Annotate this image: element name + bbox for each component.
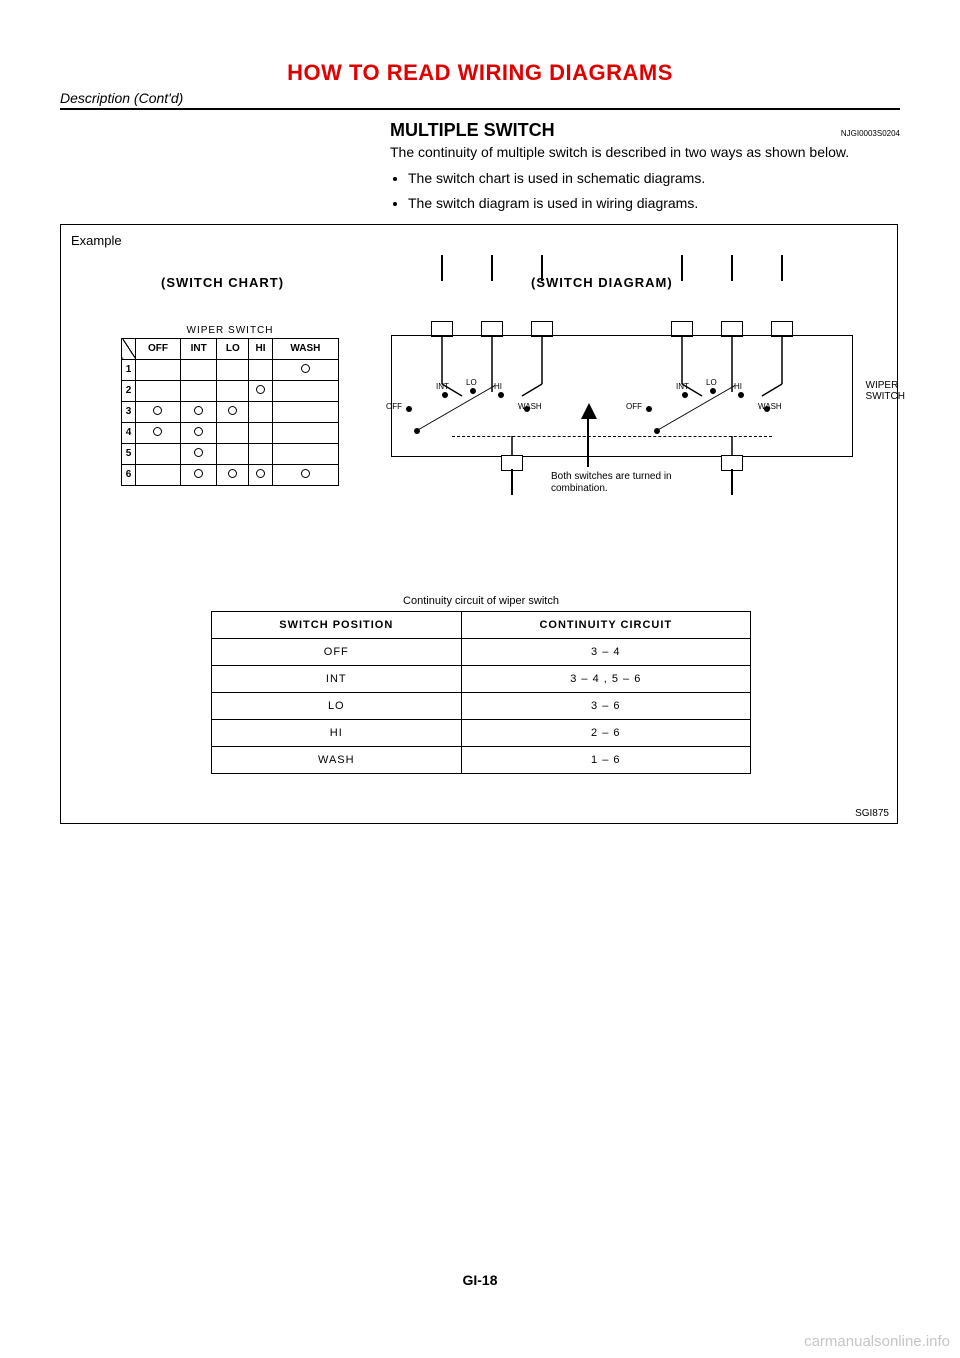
row-2: 2	[122, 380, 136, 401]
rotary-label-int: INT	[436, 382, 449, 391]
heading-ref-code: NJGI0003S0204	[841, 129, 900, 138]
rotary-label-hi: HI	[494, 382, 502, 391]
rotary-label-lo: LO	[706, 378, 717, 387]
switch-chart-caption: WIPER SWITCH	[121, 325, 339, 336]
cont-pos: WASH	[212, 746, 462, 773]
col-off: OFF	[136, 338, 181, 359]
cont-pos: OFF	[212, 638, 462, 665]
col-lo: LO	[217, 338, 249, 359]
cont-pos: HI	[212, 719, 462, 746]
rotary-right: OFF INT LO HI WASH	[652, 386, 812, 436]
section-title: HOW TO READ WIRING DIAGRAMS	[60, 60, 900, 86]
cont-pos: LO	[212, 692, 462, 719]
cont-cir: 1 – 6	[461, 746, 750, 773]
row-6: 6	[122, 464, 136, 485]
rotary-label-off: OFF	[386, 402, 402, 411]
rotary-label-hi: HI	[734, 382, 742, 391]
switch-chart-table: OFF INT LO HI WASH 1 2 3 4 5 6	[121, 338, 339, 486]
col-int: INT	[180, 338, 217, 359]
heading-multiple-switch: MULTIPLE SWITCH	[390, 120, 555, 141]
bullet-item: The switch chart is used in schematic di…	[408, 168, 900, 189]
row-4: 4	[122, 422, 136, 443]
subsection-title: Description (Cont'd)	[60, 90, 900, 110]
rotary-label-wash: WASH	[758, 402, 782, 411]
continuity-table: SWITCH POSITION CONTINUITY CIRCUIT OFF3 …	[211, 611, 751, 774]
switch-diagram-box: OFF INT LO HI WASH OFF INT LO HI WASH	[391, 335, 853, 457]
wiper-switch-side-label: WIPERSWITCH	[866, 380, 905, 402]
rotary-label-wash: WASH	[518, 402, 542, 411]
rotary-left: OFF INT LO HI WASH	[412, 386, 572, 436]
figure-right-title: (SWITCH DIAGRAM)	[531, 275, 673, 290]
rotary-label-lo: LO	[466, 378, 477, 387]
cont-cir: 3 – 4 , 5 – 6	[461, 665, 750, 692]
row-1: 1	[122, 359, 136, 380]
continuity-table-wrap: Continuity circuit of wiper switch SWITC…	[211, 595, 751, 774]
row-5: 5	[122, 443, 136, 464]
combination-note: Both switches are turned incombination.	[551, 471, 711, 495]
bullet-item: The switch diagram is used in wiring dia…	[408, 193, 900, 214]
rotary-label-int: INT	[676, 382, 689, 391]
row-3: 3	[122, 401, 136, 422]
figure-box: Example (SWITCH CHART) (SWITCH DIAGRAM) …	[60, 224, 898, 824]
note-arrow-icon	[581, 403, 597, 419]
cont-head-pos: SWITCH POSITION	[212, 611, 462, 638]
switch-chart-corner	[122, 338, 136, 359]
continuity-caption: Continuity circuit of wiper switch	[211, 595, 751, 607]
intro-paragraph: The continuity of multiple switch is des…	[390, 143, 900, 162]
page-number: GI-18	[0, 1272, 960, 1288]
figure-example-label: Example	[71, 233, 122, 248]
switch-chart: WIPER SWITCH OFF INT LO HI WASH 1 2 3 4 …	[121, 325, 339, 486]
col-hi: HI	[249, 338, 273, 359]
dash-link	[452, 436, 772, 437]
figure-code: SGI875	[855, 808, 889, 819]
cont-cir: 3 – 6	[461, 692, 750, 719]
col-wash: WASH	[272, 338, 338, 359]
note-arrow-stem	[587, 417, 589, 467]
cont-cir: 3 – 4	[461, 638, 750, 665]
watermark: carmanualsonline.info	[804, 1333, 950, 1350]
rotary-label-off: OFF	[626, 402, 642, 411]
bullet-list: The switch chart is used in schematic di…	[390, 168, 900, 214]
switch-diagram: OFF INT LO HI WASH OFF INT LO HI WASH	[381, 295, 881, 505]
cont-head-cir: CONTINUITY CIRCUIT	[461, 611, 750, 638]
figure-left-title: (SWITCH CHART)	[161, 275, 284, 290]
cont-cir: 2 – 6	[461, 719, 750, 746]
cont-pos: INT	[212, 665, 462, 692]
